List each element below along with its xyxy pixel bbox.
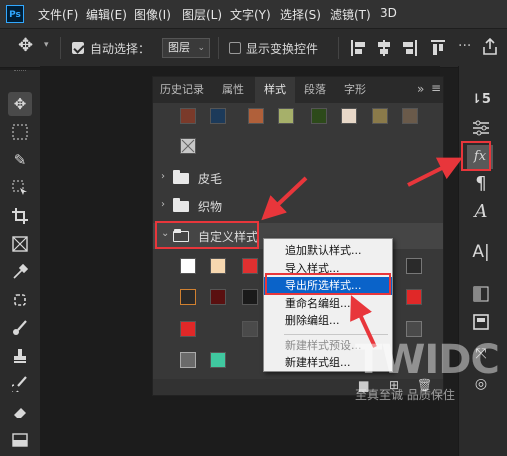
watermark-slogan: 至真至诚 品质保住	[355, 388, 455, 402]
watermark: TWIDC 至真至诚 品质保住	[355, 337, 500, 403]
watermark-logo: TWIDC	[355, 337, 500, 383]
arrow-to-custom-styles	[261, 176, 308, 221]
arrow-to-fx-icon	[407, 157, 463, 187]
